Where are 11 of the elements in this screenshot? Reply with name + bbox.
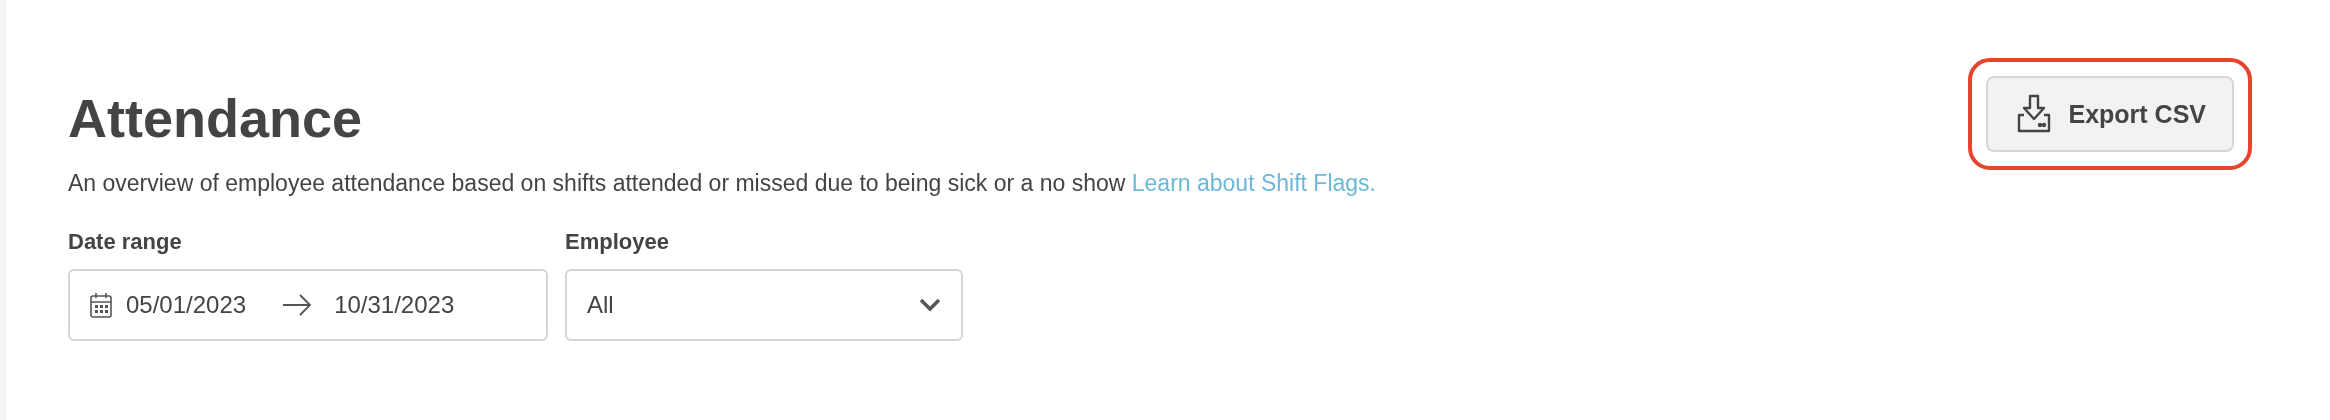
chevron-down-icon — [919, 298, 941, 312]
page-description: An overview of employee attendance based on shifts attended or missed due to being sick or a no show Learn about Shift Flags. — [68, 170, 1376, 197]
date-range-field[interactable]: 05/01/2023 10/31/2023 — [68, 269, 548, 341]
calendar-icon — [90, 292, 112, 318]
employee-select[interactable]: All — [565, 269, 963, 341]
arrow-right-icon — [282, 293, 313, 317]
field-label: Date range — [68, 229, 183, 255]
page-title: Attendance — [68, 88, 364, 148]
export-csv-button[interactable]: Export CSV — [1986, 76, 2234, 152]
download-icon — [2016, 94, 2053, 134]
field-label: Employee — [565, 229, 670, 255]
